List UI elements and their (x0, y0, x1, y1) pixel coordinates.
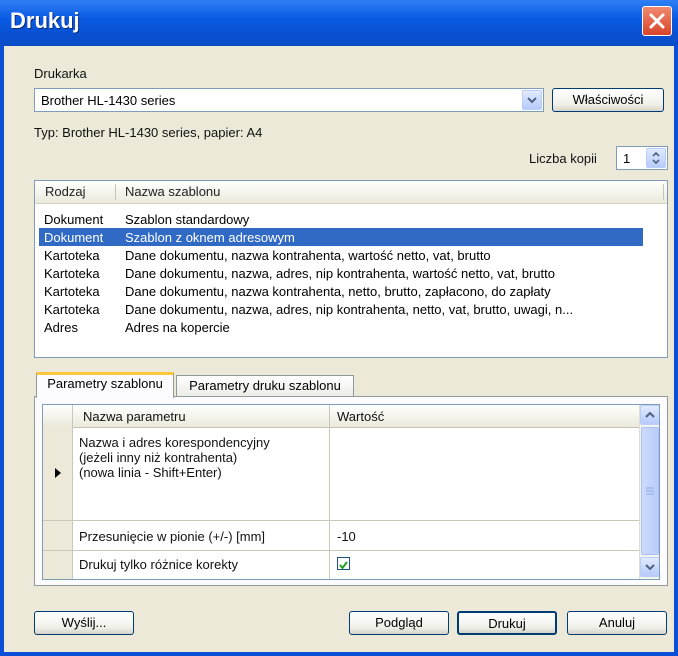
template-kind: Kartoteka (44, 248, 100, 263)
param-value-vertical-offset[interactable]: -10 (337, 529, 356, 544)
template-name: Dane dokumentu, nazwa kontrahenta, netto… (125, 284, 551, 299)
template-name: Szablon z oknem adresowym (125, 230, 295, 245)
row-header-current[interactable] (43, 427, 73, 520)
printer-select-value: Brother HL-1430 series (41, 93, 176, 108)
copies-value: 1 (623, 151, 631, 166)
template-kind: Kartoteka (44, 302, 100, 317)
column-header-kind[interactable]: Rodzaj (45, 184, 85, 199)
scrollbar-thumb[interactable] (641, 427, 659, 555)
cancel-button[interactable]: Anuluj (567, 611, 667, 635)
column-header-value[interactable]: Wartość (337, 409, 384, 424)
template-list[interactable]: Rodzaj Nazwa szablonu Dokument Szablon s… (34, 180, 668, 358)
print-button[interactable]: Drukuj (457, 611, 557, 635)
template-row-selected[interactable]: Dokument Szablon z oknem adresowym (39, 228, 643, 246)
print-correction-differences-checkbox[interactable] (337, 557, 350, 570)
tab-template-parameters[interactable]: Parametry szablonu (36, 372, 174, 398)
template-row[interactable]: Kartoteka Dane dokumentu, nazwa, adres, … (39, 264, 643, 282)
checkmark-icon (339, 561, 348, 570)
template-kind: Adres (44, 320, 78, 335)
template-kind: Dokument (44, 230, 104, 245)
copies-label: Liczba kopii (529, 151, 597, 166)
template-name: Dane dokumentu, nazwa, adres, nip kontra… (125, 266, 555, 281)
properties-button[interactable]: Właściwości (552, 88, 664, 112)
spin-arrows-icon (652, 151, 660, 165)
column-header-parameter-name[interactable]: Nazwa parametru (83, 409, 186, 424)
title-bar: Drukuj (0, 0, 678, 46)
template-row[interactable]: Dokument Szablon standardowy (39, 210, 643, 228)
parameters-grid[interactable]: Nazwa parametru Wartość Nazwa i adres ko… (42, 404, 660, 580)
chevron-up-icon (645, 411, 655, 418)
template-name: Dane dokumentu, nazwa, adres, nip kontra… (125, 302, 574, 317)
printer-select[interactable]: Brother HL-1430 series (34, 88, 544, 112)
chevron-down-icon (645, 564, 655, 571)
current-row-arrow-icon (55, 468, 61, 478)
close-button[interactable] (642, 6, 672, 36)
template-row[interactable]: Kartoteka Dane dokumentu, nazwa, adres, … (39, 300, 643, 318)
scroll-up-button[interactable] (640, 405, 659, 425)
copies-stepper[interactable]: 1 (616, 146, 668, 170)
template-name: Szablon standardowy (125, 212, 250, 227)
chevron-down-icon (527, 97, 537, 104)
grip-icon (646, 487, 654, 495)
parameters-scrollbar[interactable] (639, 405, 659, 579)
dialog-title: Drukuj (10, 8, 80, 33)
tab-template-print-parameters[interactable]: Parametry druku szablonu (176, 375, 354, 397)
template-kind: Dokument (44, 212, 104, 227)
column-header-template-name[interactable]: Nazwa szablonu (125, 184, 220, 199)
param-name-print-correction-differences: Drukuj tylko różnice korekty (79, 557, 238, 572)
template-row[interactable]: Adres Adres na kopercie (39, 318, 643, 336)
copies-spin-buttons[interactable] (646, 148, 666, 168)
param-value-correspondence-address[interactable] (337, 435, 627, 515)
template-kind: Kartoteka (44, 284, 100, 299)
printer-type-info: Typ: Brother HL-1430 series, papier: A4 (34, 125, 263, 140)
template-list-header: Rodzaj Nazwa szablonu (35, 181, 667, 204)
scroll-down-button[interactable] (640, 557, 659, 577)
template-row[interactable]: Kartoteka Dane dokumentu, nazwa kontrahe… (39, 246, 643, 264)
printer-label: Drukarka (34, 66, 87, 81)
template-name: Adres na kopercie (125, 320, 230, 335)
row-header[interactable] (43, 521, 73, 550)
template-kind: Kartoteka (44, 266, 100, 281)
param-name-correspondence-address[interactable]: Nazwa i adres korespondencyjny (jeżeli i… (79, 435, 270, 480)
template-name: Dane dokumentu, nazwa kontrahenta, warto… (125, 248, 491, 263)
print-dialog: Drukuj Drukarka Brother HL-1430 series W… (0, 0, 678, 656)
parameters-grid-header: Nazwa parametru Wartość (43, 405, 639, 428)
row-header[interactable] (43, 551, 73, 579)
printer-dropdown-button[interactable] (522, 90, 542, 110)
preview-button[interactable]: Podgląd (349, 611, 449, 635)
close-icon (649, 13, 665, 29)
send-button[interactable]: Wyślij... (34, 611, 134, 635)
template-row[interactable]: Kartoteka Dane dokumentu, nazwa kontrahe… (39, 282, 643, 300)
param-name-vertical-offset: Przesunięcie w pionie (+/-) [mm] (79, 529, 266, 544)
